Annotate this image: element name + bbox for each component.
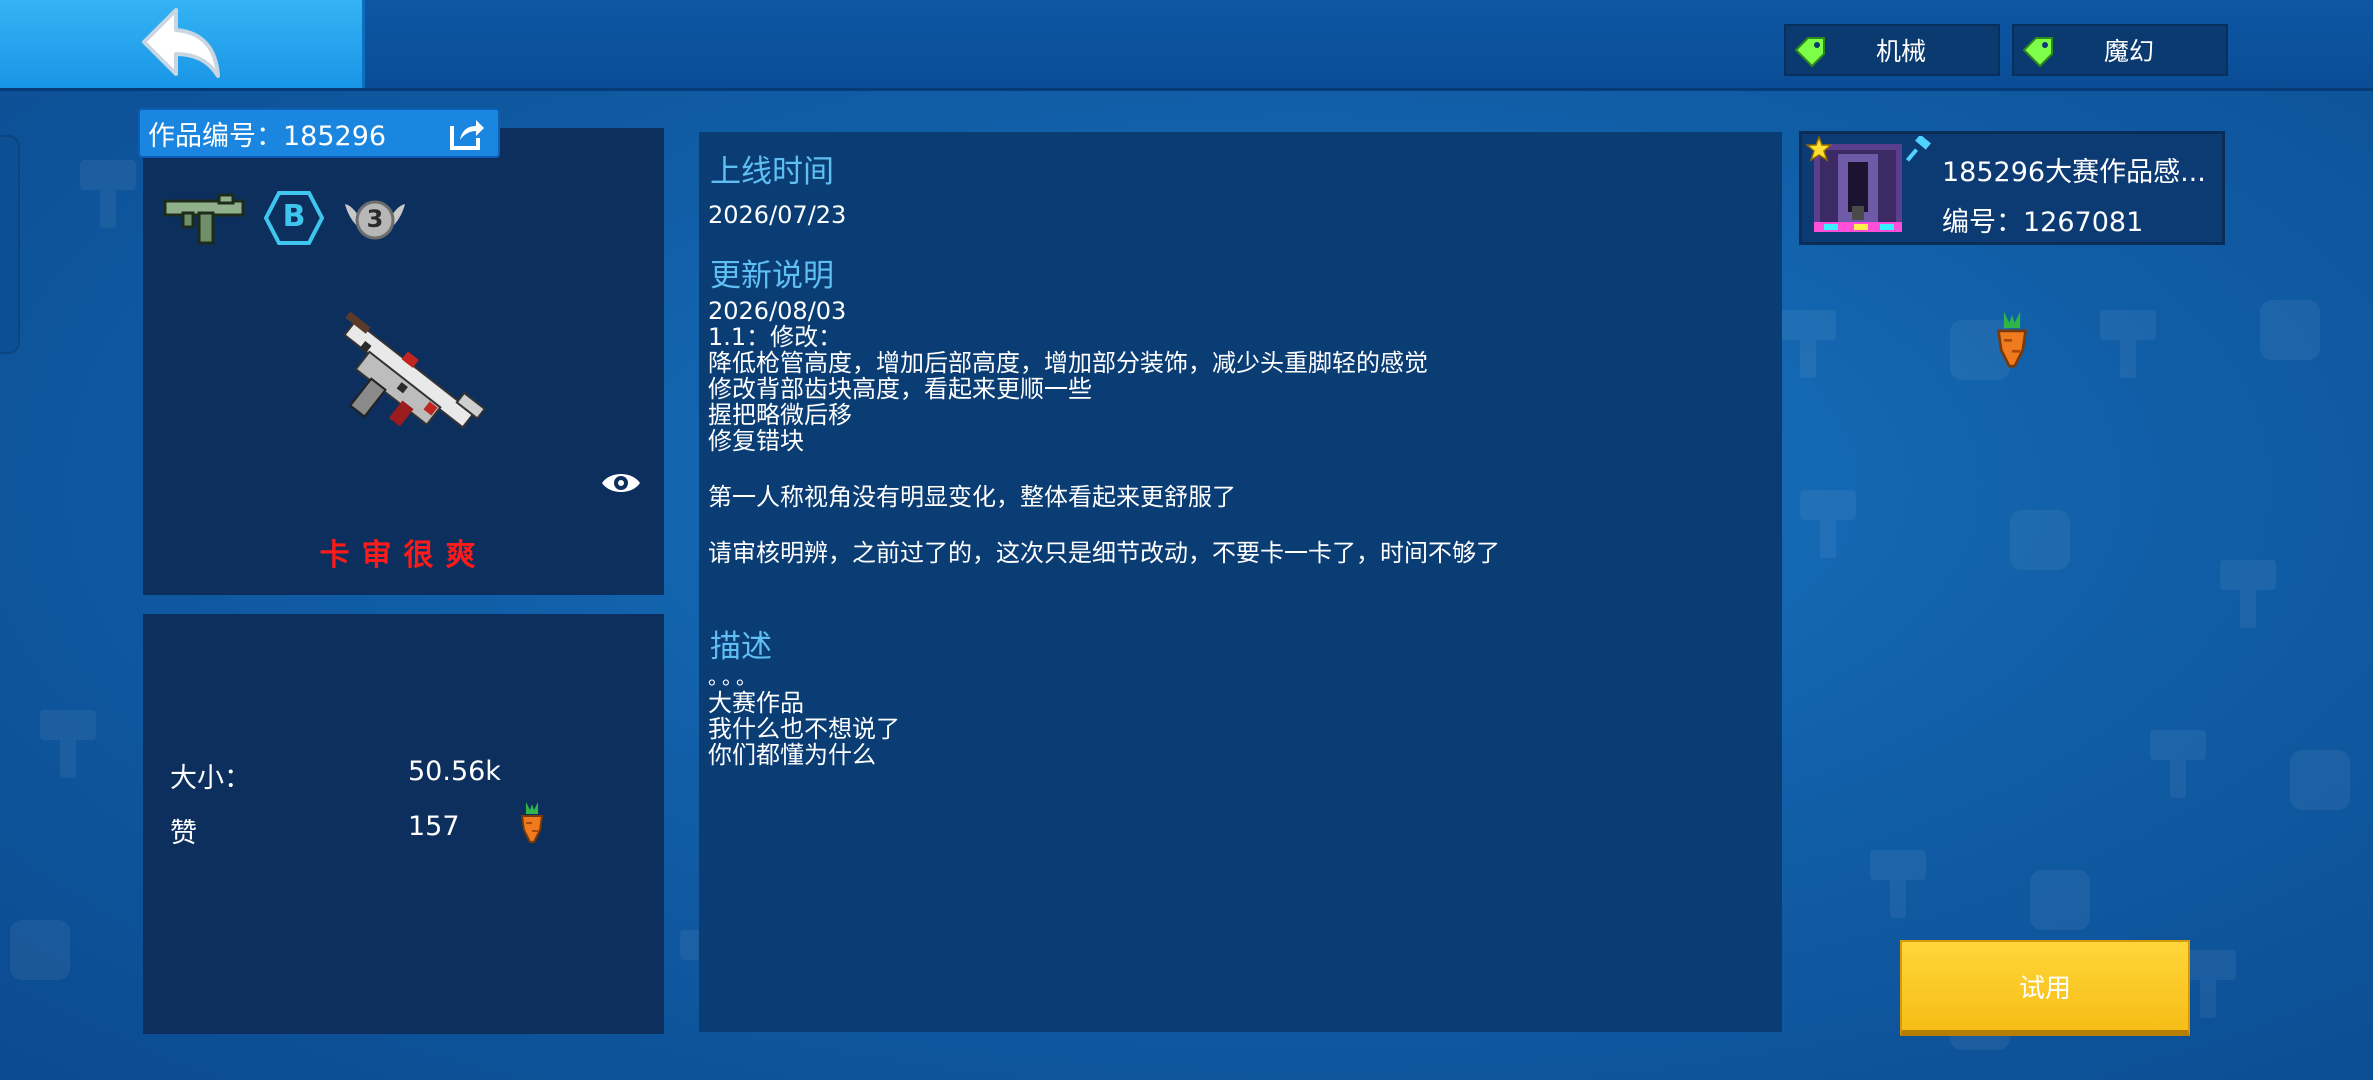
tag-mechanical[interactable]: 机械 <box>1784 24 2000 76</box>
top-bar: 机械 魔幻 <box>0 0 2373 91</box>
item-id-tag: 作品编号：185296 <box>138 108 500 158</box>
item-attribute-icons: B 3 <box>163 190 407 246</box>
update-note-line: 2026/08/03 <box>708 297 847 325</box>
likes-label: 赞 <box>170 818 197 849</box>
star-icon <box>1806 136 1832 162</box>
item-name: 卡审很爽 <box>319 538 488 573</box>
level-badge: 3 <box>343 192 407 244</box>
online-date: 2026/07/23 <box>708 201 847 229</box>
back-button[interactable] <box>0 0 365 88</box>
likes-value: 157 <box>408 811 460 842</box>
eye-icon[interactable] <box>600 468 642 498</box>
hammer-icon <box>1906 136 1931 162</box>
weapon-type-icon <box>163 193 245 245</box>
update-note-line: 请审核明辨，之前过了的，这次只是细节改动，不要卡一卡了，时间不够了 <box>708 539 1500 567</box>
update-note-line: 握把略微后移 <box>708 401 852 429</box>
carrot-icon <box>1996 311 2028 368</box>
update-note-line: 修复错块 <box>708 427 804 455</box>
description-line: 。。。 <box>708 665 760 689</box>
size-label: 大小： <box>170 763 251 794</box>
back-arrow-icon <box>142 8 220 78</box>
try-button[interactable]: 试用 <box>1900 940 2190 1036</box>
description-title: 描述 <box>710 629 772 665</box>
details-panel <box>699 132 1782 1032</box>
description-line: 大赛作品 <box>708 689 804 717</box>
update-note-line: 1.1：修改： <box>708 323 843 351</box>
description-line: 我什么也不想说了 <box>708 715 900 743</box>
online-time-title: 上线时间 <box>710 154 834 190</box>
price-tag-icon <box>1794 37 1825 68</box>
side-drawer-handle[interactable] <box>0 135 20 354</box>
reference-title: 185296大赛作品感... <box>1942 157 2206 188</box>
price-tag-icon <box>2022 37 2053 68</box>
grade-letter: B <box>282 199 306 234</box>
update-note-line: 降低枪管高度，增加后部高度，增加部分装饰，减少头重脚轻的感觉 <box>708 349 1428 377</box>
item-stats-panel <box>143 614 664 1034</box>
description-line: 你们都懂为什么 <box>708 741 876 769</box>
reference-work-card[interactable]: 185296大赛作品感... 编号：1267081 <box>1799 131 2225 245</box>
update-note-line: 第一人称视角没有明显变化，整体看起来更舒服了 <box>708 483 1236 511</box>
level-number: 3 <box>366 205 384 233</box>
share-icon[interactable] <box>448 118 486 152</box>
try-button-label: 试用 <box>2018 973 2071 1004</box>
update-notes-title: 更新说明 <box>710 258 834 294</box>
reference-id: 编号：1267081 <box>1942 207 2144 238</box>
weapon-preview-image <box>343 311 487 429</box>
tag-fantasy[interactable]: 魔幻 <box>2012 24 2228 76</box>
grade-badge: B <box>263 190 325 246</box>
size-value: 50.56k <box>408 756 501 787</box>
carrot-icon <box>520 802 544 843</box>
item-id: 作品编号：185296 <box>148 120 387 152</box>
update-note-line: 修改背部齿块高度，看起来更顺一些 <box>708 375 1092 403</box>
